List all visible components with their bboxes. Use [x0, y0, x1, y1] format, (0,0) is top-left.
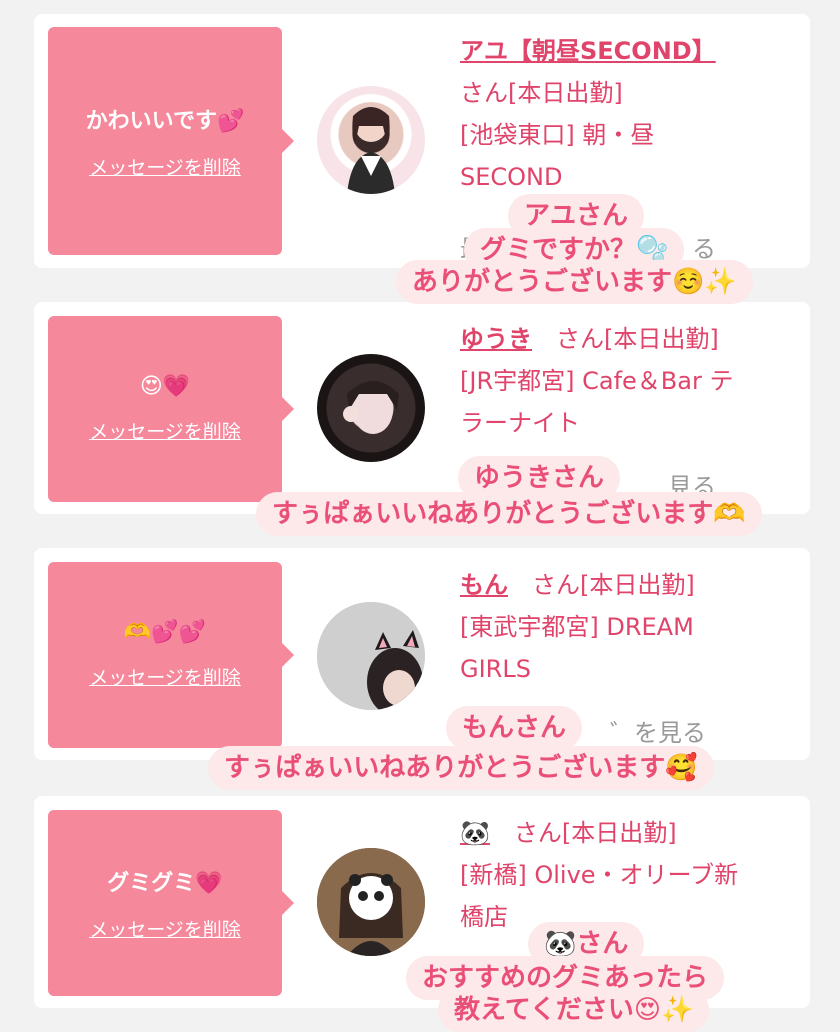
caption-text: もんさん — [446, 706, 583, 750]
message-bubble: グミグミ💗 メッセージを削除 — [48, 810, 294, 996]
caption-text: ありがとうございます☺️✨ — [396, 260, 753, 304]
profile-info: ゆうき さん[本日出勤] [JR宇都宮] Cafe＆Bar テ ラーナイト 見る — [460, 318, 800, 501]
profile-info: アユ【朝昼SECOND】 さん[本日出勤] [池袋東口] 朝・昼 SECOND … — [460, 30, 800, 263]
message-text: グミグミ💗 — [107, 870, 223, 896]
avatar-photo-icon — [317, 602, 425, 710]
caption-text: すぅぱぁいいねありがとうございます🥰 — [208, 746, 714, 790]
caption-text: すぅぱぁいいねありがとうございます🫶 — [256, 492, 762, 536]
message-card-2: 😍💗 メッセージを削除 ゆうき さん[本日出勤] [JR宇都宮] Cafe＆Bar… — [34, 302, 810, 514]
message-text: 🫶💕💕 — [123, 620, 207, 645]
status-line: さん[本日出勤] — [532, 571, 695, 599]
status-line: さん[本日出勤] — [513, 819, 677, 847]
avatar[interactable] — [317, 86, 425, 194]
cast-name-link[interactable]: 🐼 — [460, 819, 490, 847]
avatar-photo-icon — [343, 381, 399, 434]
delete-message-link[interactable]: メッセージを削除 — [89, 153, 241, 180]
caption-text: 教えてください😍✨ — [438, 988, 710, 1032]
message-card-3: 🫶💕💕 メッセージを削除 もん さん[本日出勤] [東武宇都宮] DREAM GI… — [34, 548, 810, 760]
avatar-photo-icon — [317, 848, 425, 956]
message-card-1: かわいいです💕 メッセージを削除 アユ【朝昼SECOND】 さん[本日出勤] [… — [34, 14, 810, 268]
shop-line: [池袋東口] 朝・昼 — [460, 121, 655, 149]
avatar[interactable] — [317, 602, 425, 710]
avatar[interactable] — [317, 354, 425, 462]
profile-info: もん さん[本日出勤] [東武宇都宮] DREAM GIRLS ゛を見る — [460, 564, 800, 747]
shop-line-2: GIRLS — [460, 655, 531, 683]
message-bubble: 🫶💕💕 メッセージを削除 — [48, 562, 294, 748]
message-text: 😍💗 — [139, 374, 191, 399]
shop-line-2: ラーナイト — [460, 409, 580, 437]
status-line: さん[本日出勤] — [556, 325, 719, 353]
profile-link-partial-end[interactable]: る — [692, 235, 716, 263]
shop-line-2: SECOND — [460, 163, 563, 191]
cast-name-link[interactable]: ゆうき — [460, 325, 532, 353]
shop-line: [東武宇都宮] DREAM — [460, 613, 694, 641]
delete-message-link[interactable]: メッセージを削除 — [89, 915, 241, 942]
cast-name-link[interactable]: もん — [460, 571, 508, 599]
message-bubble: かわいいです💕 メッセージを削除 — [48, 27, 294, 255]
message-bubble: 😍💗 メッセージを削除 — [48, 316, 294, 502]
shop-line: [JR宇都宮] Cafe＆Bar テ — [460, 367, 734, 395]
status-line: さん[本日出勤] — [460, 79, 623, 107]
cast-name-link[interactable]: アユ【朝昼SECOND】 — [460, 37, 716, 65]
profile-link-partial[interactable]: ゛を見る — [610, 719, 706, 747]
avatar[interactable] — [317, 848, 425, 956]
profile-info: 🐼 さん[本日出勤] [新橋] Olive・オリーブ新 橋店 — [460, 812, 800, 938]
message-text: かわいいです💕 — [85, 108, 245, 134]
delete-message-link[interactable]: メッセージを削除 — [89, 417, 241, 444]
avatar-photo-icon — [347, 107, 395, 194]
delete-message-link[interactable]: メッセージを削除 — [89, 663, 241, 690]
shop-line: [新橋] Olive・オリーブ新 — [460, 861, 739, 889]
